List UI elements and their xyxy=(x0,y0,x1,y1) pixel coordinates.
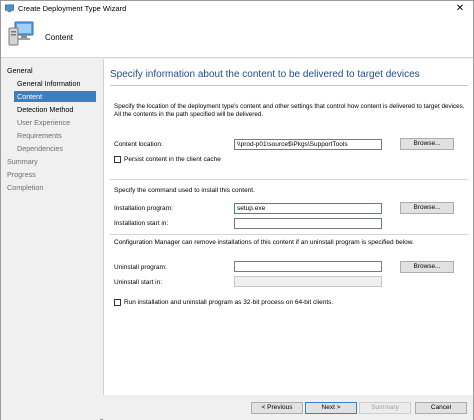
content-panel: Specify information about the content to… xyxy=(103,59,473,395)
app-icon xyxy=(5,4,14,12)
nav-item-content[interactable]: Content xyxy=(14,91,96,102)
summary-button[interactable]: Summary xyxy=(359,402,411,414)
heading-divider xyxy=(110,85,468,86)
content-location-input[interactable]: \\prod-p01\source$\Pkgs\SupportTools xyxy=(234,139,382,150)
wizard-footer: < Previous Next > Summary Cancel xyxy=(103,395,473,420)
nav-item-general[interactable]: General xyxy=(7,65,33,76)
nav-item-detection-method[interactable]: Detection Method xyxy=(17,104,73,115)
nav-item-completion[interactable]: Completion xyxy=(7,182,43,193)
installation-program-input[interactable]: setup.exe xyxy=(234,203,382,214)
page-heading: Specify information about the content to… xyxy=(110,69,420,80)
nav-item-dependencies[interactable]: Dependencies xyxy=(17,143,63,154)
uninstall-start-label: Uninstall start in: xyxy=(114,279,163,286)
nav-item-progress[interactable]: Progress xyxy=(7,169,36,180)
installation-program-label: Installation program: xyxy=(114,205,173,212)
wizard-nav: General General Information Content Dete… xyxy=(1,59,100,420)
nav-item-requirements[interactable]: Requirements xyxy=(17,130,62,141)
content-location-browse-button[interactable]: Browse... xyxy=(400,138,454,150)
wizard-header: Content xyxy=(1,15,473,58)
wizard-window: Create Deployment Type Wizard ✕ Content … xyxy=(0,0,474,420)
header-title: Content xyxy=(45,33,74,42)
uninstall-program-label: Uninstall program: xyxy=(114,264,167,271)
installation-start-label: Installation start in: xyxy=(114,220,169,227)
page-description: Specify the location of the deployment t… xyxy=(114,103,465,118)
uninstall-program-input[interactable] xyxy=(234,261,382,272)
uninstall-section-text: Configuration Manager can remove install… xyxy=(114,239,414,246)
uninstall-program-browse-button[interactable]: Browse... xyxy=(400,261,454,273)
previous-button[interactable]: < Previous xyxy=(251,402,303,414)
next-button[interactable]: Next > xyxy=(305,402,357,414)
persist-content-checkbox[interactable] xyxy=(114,156,121,163)
nav-item-user-experience[interactable]: User Experience xyxy=(17,117,70,128)
persist-content-label: Persist content in the client cache xyxy=(124,156,221,163)
run-32bit-label: Run installation and uninstall program a… xyxy=(124,299,334,306)
section-divider xyxy=(110,234,468,235)
title-bar[interactable]: Create Deployment Type Wizard ✕ xyxy=(1,1,473,15)
installation-program-browse-button[interactable]: Browse... xyxy=(400,202,454,214)
nav-item-general-information[interactable]: General Information xyxy=(17,78,81,89)
cancel-button[interactable]: Cancel xyxy=(415,402,467,414)
install-section-text: Specify the command used to install this… xyxy=(114,187,255,194)
computer-icon xyxy=(8,21,34,46)
close-icon[interactable]: ✕ xyxy=(447,1,473,15)
run-32bit-checkbox[interactable] xyxy=(114,299,121,306)
uninstall-start-input[interactable] xyxy=(234,276,382,287)
window-title: Create Deployment Type Wizard xyxy=(18,3,127,13)
installation-start-input[interactable] xyxy=(234,218,382,229)
section-divider xyxy=(110,179,468,180)
content-location-label: Content location: xyxy=(114,141,163,148)
nav-item-summary[interactable]: Summary xyxy=(7,156,38,167)
